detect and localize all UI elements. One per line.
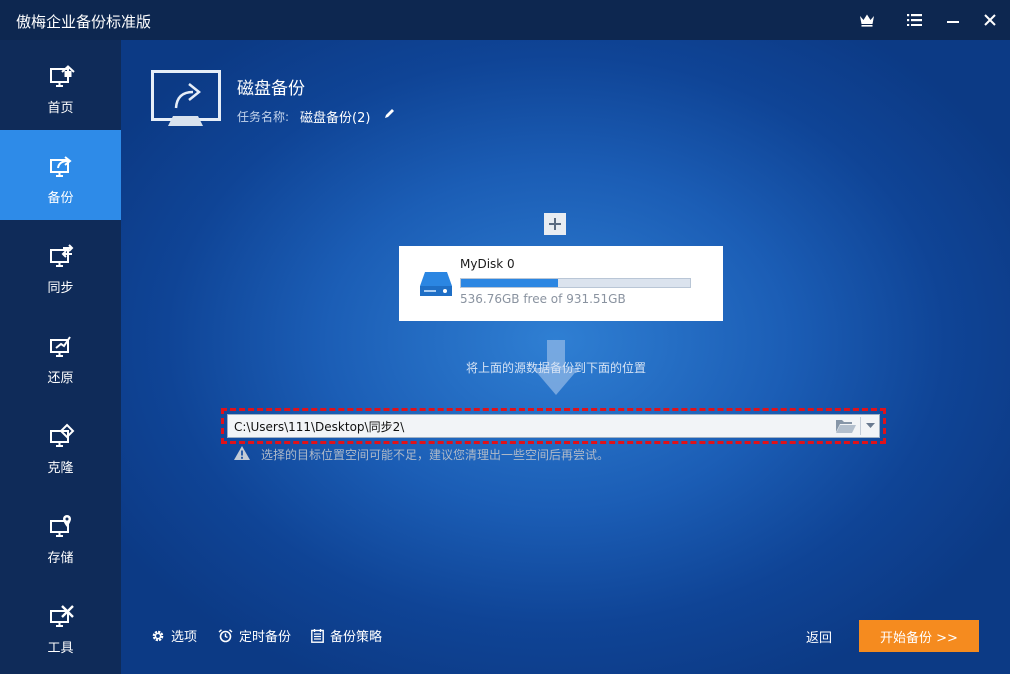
backup-scheme-button[interactable]: 备份策略 (311, 626, 382, 645)
sidebar: 首页 备份 同步 还原 克隆 存储 工具 (0, 40, 121, 674)
warning-text: 选择的目标位置空间可能不足，建议您清理出一些空间后再尝试。 (261, 448, 610, 462)
disk-usage-bar (460, 278, 691, 288)
minimize-icon[interactable] (941, 8, 965, 32)
scheme-list-icon (311, 628, 324, 643)
options-label: 选项 (171, 630, 198, 645)
disk-backup-header-icon (151, 70, 221, 126)
sidebar-item-label: 备份 (47, 191, 74, 206)
disk-name: MyDisk 0 (460, 257, 515, 271)
options-button[interactable]: 选项 (151, 626, 197, 645)
storage-icon (49, 515, 71, 537)
backup-scheme-label: 备份策略 (330, 630, 383, 645)
disk-usage-fill (461, 279, 559, 287)
back-button[interactable]: 返回 (806, 627, 832, 646)
alarm-clock-icon (218, 628, 233, 642)
destination-dropdown-button[interactable] (862, 415, 879, 437)
sidebar-item-storage[interactable]: 存储 (0, 490, 121, 580)
schedule-label: 定时备份 (239, 630, 292, 645)
sidebar-item-label: 存储 (47, 551, 74, 566)
sidebar-item-restore[interactable]: 还原 (0, 310, 121, 400)
crown-icon[interactable] (855, 8, 879, 32)
sidebar-item-home[interactable]: 首页 (0, 40, 121, 130)
main-panel: 磁盘备份 任务名称: 磁盘备份(2) MyDisk 0 536.76GB fre… (121, 40, 1010, 674)
sidebar-item-label: 克隆 (47, 461, 74, 476)
sidebar-item-tools[interactable]: 工具 (0, 580, 121, 670)
destination-path-field[interactable] (227, 414, 880, 438)
sidebar-item-label: 同步 (47, 281, 74, 296)
source-disk-card[interactable]: MyDisk 0 536.76GB free of 931.51GB (399, 246, 723, 321)
destination-highlight (221, 408, 886, 444)
sidebar-item-sync[interactable]: 同步 (0, 220, 121, 310)
backup-icon (49, 156, 72, 177)
sidebar-item-label: 工具 (47, 641, 74, 656)
start-backup-button[interactable]: 开始备份 >> (859, 620, 979, 652)
menu-icon[interactable] (902, 8, 926, 32)
task-name-value: 磁盘备份(2) (300, 111, 371, 126)
chevron-down-icon (866, 423, 875, 428)
flow-hint: 将上面的源数据备份到下面的位置 (465, 361, 646, 375)
destination-path-input[interactable] (234, 418, 824, 434)
warning-icon (234, 446, 250, 460)
tools-icon (49, 605, 74, 627)
restore-icon (49, 336, 71, 357)
schedule-button[interactable]: 定时备份 (218, 626, 291, 645)
add-source-button[interactable] (544, 213, 566, 235)
sidebar-item-clone[interactable]: 克隆 (0, 400, 121, 490)
hard-disk-icon (420, 272, 452, 296)
disk-free-text: 536.76GB free of 931.51GB (460, 292, 626, 306)
clone-icon (49, 423, 74, 447)
gear-icon (152, 630, 164, 641)
app-title: 傲梅企业备份标准版 (16, 13, 152, 31)
plus-icon (549, 218, 561, 230)
folder-open-icon[interactable] (835, 418, 857, 434)
home-icon (49, 65, 75, 87)
sidebar-item-label: 还原 (47, 371, 74, 386)
sidebar-item-backup[interactable]: 备份 (0, 130, 121, 220)
task-name-label: 任务名称: (237, 110, 290, 124)
pencil-icon[interactable] (383, 108, 395, 120)
page-title: 磁盘备份 (237, 79, 305, 99)
title-bar: 傲梅企业备份标准版 (0, 0, 1010, 40)
sync-icon (49, 244, 73, 267)
dropdown-separator (860, 417, 861, 435)
close-icon[interactable] (978, 8, 1002, 32)
sidebar-item-label: 首页 (47, 101, 74, 116)
